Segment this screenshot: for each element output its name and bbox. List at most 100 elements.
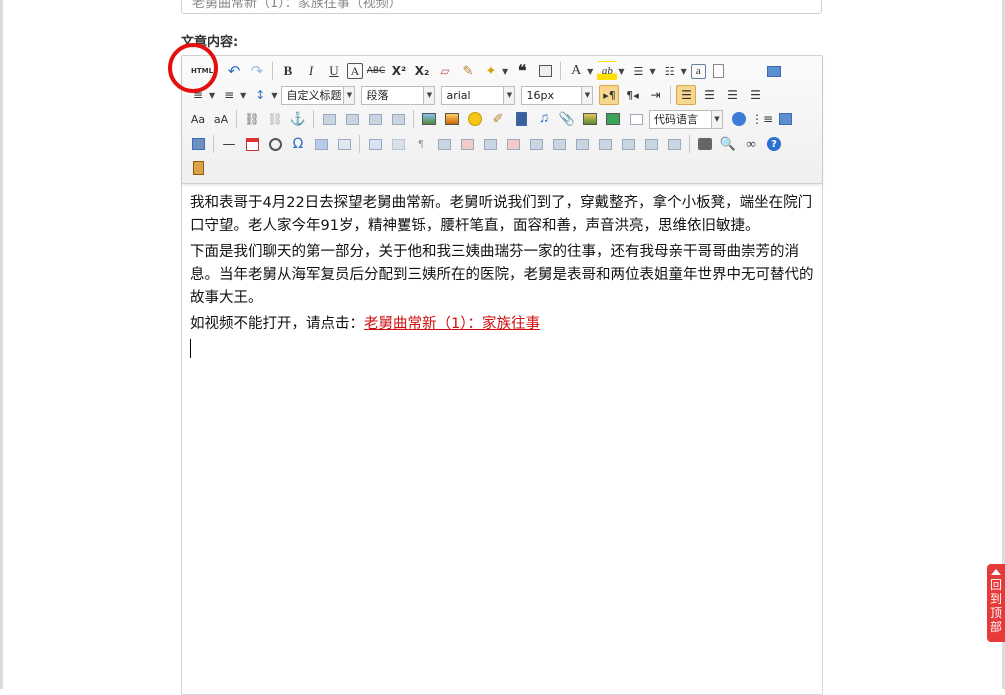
preview-icon[interactable] <box>764 61 784 81</box>
lowercase-icon[interactable]: aA <box>211 109 231 129</box>
eraser-icon[interactable]: ▱ <box>435 61 455 81</box>
split-to-cols-icon[interactable] <box>641 134 661 154</box>
code-language-select[interactable]: 代码语言 ▼ <box>649 109 723 129</box>
blockquote-button[interactable]: ❝ <box>512 61 532 81</box>
ordered-list-icon[interactable]: ☰ <box>628 61 648 81</box>
special-chars-button[interactable]: Ω <box>288 134 308 154</box>
bold-button[interactable]: B <box>278 61 298 81</box>
redo-icon[interactable]: ↷ <box>247 61 267 81</box>
chevron-down-icon[interactable]: ▼ <box>271 91 277 100</box>
search-replace-icon[interactable]: 🔍 <box>718 134 738 154</box>
chevron-down-icon[interactable]: ▼ <box>649 67 655 76</box>
italic-button[interactable]: I <box>301 61 321 81</box>
delete-table-icon[interactable] <box>388 134 408 154</box>
chevron-down-icon[interactable]: ▼ <box>618 67 624 76</box>
map-icon[interactable] <box>603 109 623 129</box>
attachment-icon[interactable]: 📎 <box>557 109 577 129</box>
image-none-icon[interactable] <box>319 109 339 129</box>
toolbar-separator <box>359 135 360 153</box>
music-icon[interactable]: ♫ <box>534 109 554 129</box>
emotion-icon[interactable] <box>465 109 485 129</box>
insert-frame-icon[interactable] <box>580 109 600 129</box>
undo-icon[interactable]: ↶ <box>224 61 244 81</box>
subscript-button[interactable]: X₂ <box>412 61 432 81</box>
background-icon[interactable] <box>188 134 208 154</box>
horizontal-rule-button[interactable]: — <box>219 134 239 154</box>
merge-cells-icon[interactable] <box>526 134 546 154</box>
insert-video-icon[interactable] <box>511 109 531 129</box>
merge-right-icon[interactable] <box>549 134 569 154</box>
page-break-icon[interactable] <box>709 61 729 81</box>
auto-format-icon[interactable]: ✦ <box>481 61 501 81</box>
font-size-select[interactable]: 16px ▼ <box>521 85 594 105</box>
font-border-button[interactable]: A <box>347 63 363 79</box>
paste-plain-icon[interactable] <box>535 61 555 81</box>
insert-code-icon[interactable] <box>626 109 646 129</box>
insert-row-icon[interactable] <box>434 134 454 154</box>
simple-upload-icon[interactable] <box>419 109 439 129</box>
chevron-down-icon[interactable]: ▼ <box>681 67 687 76</box>
uppercase-icon[interactable]: Aa <box>188 109 208 129</box>
font-family-select[interactable]: arial ▼ <box>441 85 516 105</box>
align-justify-button[interactable]: ☰ <box>745 85 765 105</box>
paste-icon[interactable] <box>188 158 208 178</box>
calendar-icon[interactable] <box>242 134 262 154</box>
page-break-lines-icon[interactable]: ⋮≡ <box>751 109 773 129</box>
insert-anchor-text-icon[interactable]: a <box>690 63 706 79</box>
underline-button[interactable]: U <box>324 61 344 81</box>
row-spacing-top-icon[interactable]: ≡ <box>188 85 208 105</box>
html-source-button[interactable]: HTML <box>188 59 216 83</box>
unlink-icon[interactable]: ⛓ <box>265 109 285 129</box>
link-icon[interactable]: ⛓ <box>242 109 262 129</box>
font-family-value: arial <box>446 88 471 102</box>
toolbar-separator <box>560 62 562 80</box>
font-color-button[interactable]: A <box>566 61 586 81</box>
web-image-icon[interactable] <box>729 109 749 129</box>
image-center-icon[interactable] <box>388 109 408 129</box>
editor-content[interactable]: 我和表哥于4月22日去探望老舅曲常新。老舅听说我们到了，穿戴整齐，拿个小板凳，端… <box>190 192 814 358</box>
split-to-cells-icon[interactable] <box>595 134 615 154</box>
help-icon[interactable]: ? <box>764 134 784 154</box>
row-spacing-bottom-icon[interactable]: ≡ <box>219 85 239 105</box>
print-icon[interactable] <box>695 134 715 154</box>
anchor-icon[interactable]: ⚓ <box>288 109 308 129</box>
merge-down-icon[interactable] <box>572 134 592 154</box>
chevron-down-icon[interactable]: ▼ <box>209 91 215 100</box>
insert-paragraph-before-table-icon[interactable]: ¶ <box>411 134 431 154</box>
snapscreen-icon[interactable] <box>334 134 354 154</box>
custom-style-select[interactable]: 自定义标题 ▼ <box>281 85 356 105</box>
chevron-down-icon[interactable]: ▼ <box>502 67 508 76</box>
line-height-icon[interactable]: ↕ <box>250 85 270 105</box>
delete-col-icon[interactable] <box>503 134 523 154</box>
strikethrough-button[interactable]: ABC <box>366 61 386 81</box>
video-link[interactable]: 老舅曲常新（1）：家族往事 <box>364 316 540 332</box>
chevron-down-icon[interactable]: ▼ <box>587 67 593 76</box>
align-center-button[interactable]: ☰ <box>699 85 719 105</box>
superscript-button[interactable]: X² <box>389 61 409 81</box>
align-right-button[interactable]: ☰ <box>722 85 742 105</box>
chart-icon[interactable] <box>664 134 684 154</box>
multi-image-icon[interactable] <box>442 109 462 129</box>
back-to-top-button[interactable]: 回到顶部 <box>987 564 1005 642</box>
template-icon[interactable] <box>775 109 795 129</box>
chevron-down-icon[interactable]: ▼ <box>240 91 246 100</box>
title-input[interactable]: 老舅曲常新（1）：家族往事（视频） <box>181 0 822 14</box>
image-right-icon[interactable] <box>365 109 385 129</box>
format-brush-icon[interactable]: ✎ <box>458 61 478 81</box>
highlight-color-button[interactable]: ab <box>597 61 618 81</box>
indent-icon[interactable]: ⇥ <box>645 85 665 105</box>
ltr-direction-button[interactable]: ▸¶ <box>599 85 620 105</box>
wordimage-icon[interactable] <box>311 134 331 154</box>
unordered-list-icon[interactable]: ☷ <box>660 61 680 81</box>
insert-col-icon[interactable] <box>480 134 500 154</box>
align-left-button[interactable]: ☰ <box>676 85 697 105</box>
image-left-icon[interactable] <box>342 109 362 129</box>
insert-table-icon[interactable] <box>365 134 385 154</box>
binoculars-icon[interactable]: ∞ <box>741 134 761 154</box>
paragraph-select[interactable]: 段落 ▼ <box>361 85 436 105</box>
split-to-rows-icon[interactable] <box>618 134 638 154</box>
time-icon[interactable] <box>265 134 285 154</box>
rtl-direction-button[interactable]: ¶◂ <box>622 85 642 105</box>
scrawl-icon[interactable]: ✐ <box>488 109 508 129</box>
delete-row-icon[interactable] <box>457 134 477 154</box>
